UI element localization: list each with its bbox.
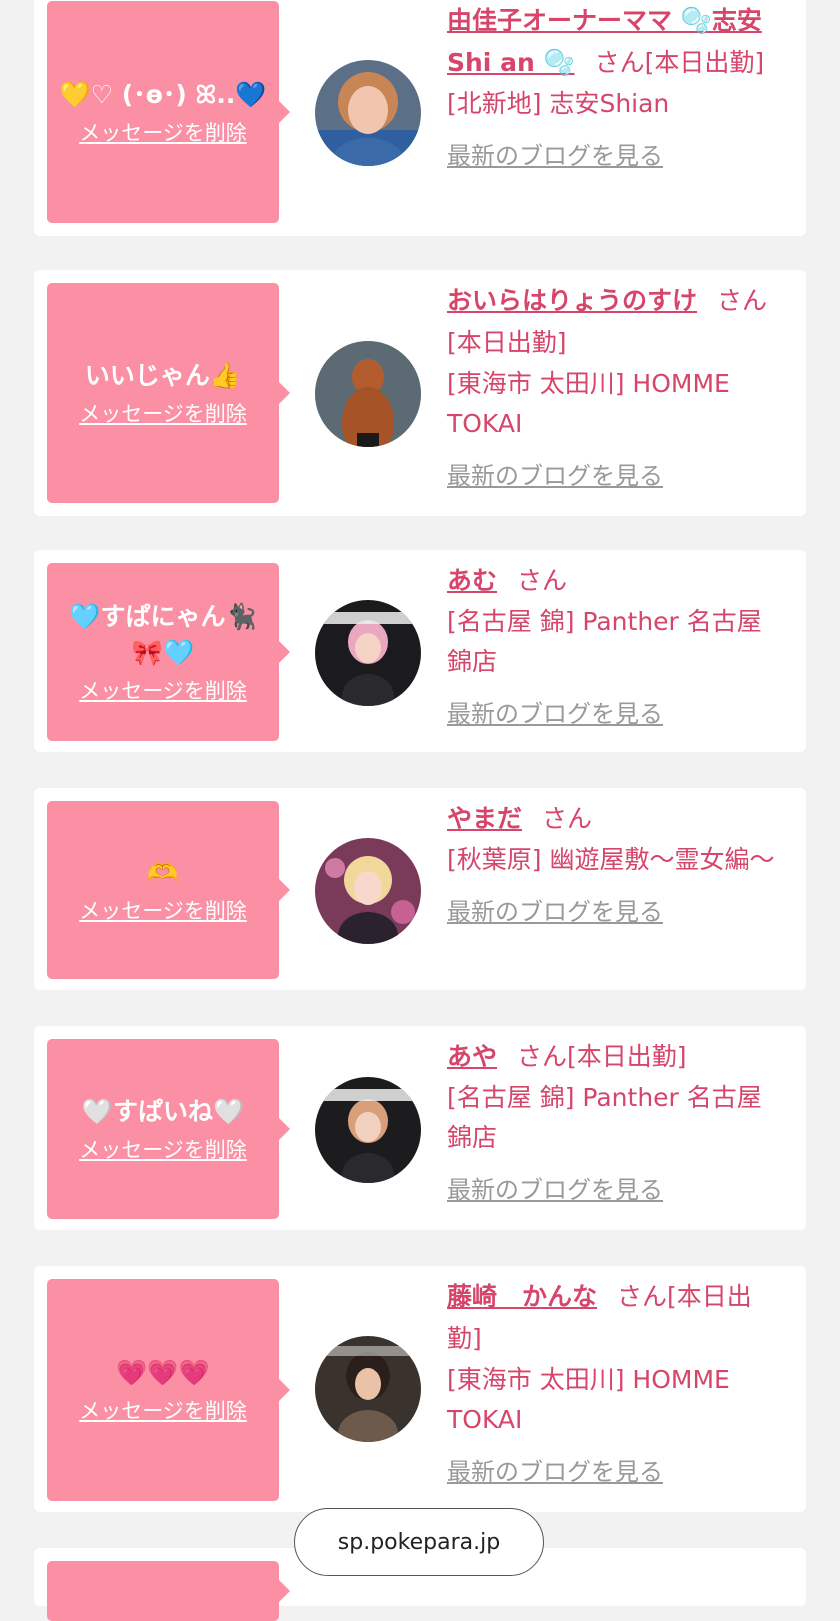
honorific: さん <box>517 566 568 595</box>
avatar[interactable] <box>315 341 421 447</box>
avatar[interactable] <box>315 1077 421 1183</box>
shop-name: [東海市 太田川] HOMME TOKAI <box>447 1365 730 1434</box>
shop-name: [北新地] 志安Shian <box>447 89 670 118</box>
message-bubble: 🩵すぱにゃん🐈‍⬛🎀🩵 メッセージを削除 <box>47 563 290 741</box>
message-text: 💛♡ (･ɵ･) ꕤ..💙 <box>59 80 267 109</box>
message-bubble: 💛♡ (･ɵ･) ꕤ..💙 メッセージを削除 <box>47 1 290 223</box>
delete-message-link[interactable]: メッセージを削除 <box>79 895 247 925</box>
honorific: さん <box>717 286 768 315</box>
cast-name-link[interactable]: おいらはりょうのすけ <box>447 286 697 315</box>
message-card: 🫶 メッセージを削除 やまだ さん [秋葉原] 幽遊屋敷〜霊女編〜 最新のブログを… <box>34 788 806 990</box>
avatar[interactable] <box>315 60 421 166</box>
honorific: さん <box>617 1282 668 1311</box>
message-card: 🩵すぱにゃん🐈‍⬛🎀🩵 メッセージを削除 あむ さん [名古屋 錦] Panthe… <box>34 550 806 752</box>
cast-info: おいらはりょうのすけ さん [本日出勤] [東海市 太田川] HOMME TOKAI… <box>447 280 777 491</box>
browser-url-pill[interactable]: sp.pokepara.jp <box>294 1508 544 1576</box>
shop-name: [東海市 太田川] HOMME TOKAI <box>447 369 730 438</box>
delete-message-link[interactable]: メッセージを削除 <box>79 398 247 428</box>
message-text: 🤍すぱいね🤍 <box>81 1097 245 1126</box>
shop-name: [秋葉原] 幽遊屋敷〜霊女編〜 <box>447 845 775 874</box>
message-card: 🤍すぱいね🤍 メッセージを削除 あや さん[本日出勤] [名古屋 錦] Panth… <box>34 1026 806 1230</box>
latest-blog-link[interactable]: 最新のブログを見る <box>447 694 663 729</box>
message-text: 🩵すぱにゃん🐈‍⬛🎀🩵 <box>69 602 257 667</box>
message-bubble: いいじゃん👍 メッセージを削除 <box>47 283 290 503</box>
attendance-status: [本日出勤] <box>567 1042 687 1071</box>
latest-blog-link[interactable]: 最新のブログを見る <box>447 1170 663 1205</box>
avatar[interactable] <box>315 600 421 706</box>
message-text: 💗💗💗 <box>116 1358 210 1387</box>
shop-name: [名古屋 錦] Panther 名古屋錦店 <box>447 607 762 676</box>
message-bubble: 🤍すぱいね🤍 メッセージを削除 <box>47 1039 290 1219</box>
cast-info: あや さん[本日出勤] [名古屋 錦] Panther 名古屋錦店 最新のブログを… <box>447 1036 777 1205</box>
avatar[interactable] <box>315 1336 421 1442</box>
avatar[interactable] <box>315 838 421 944</box>
shop-name: [名古屋 錦] Panther 名古屋錦店 <box>447 1083 762 1152</box>
cast-info: やまだ さん [秋葉原] 幽遊屋敷〜霊女編〜 最新のブログを見る <box>447 798 777 927</box>
latest-blog-link[interactable]: 最新のブログを見る <box>447 892 663 927</box>
delete-message-link[interactable]: メッセージを削除 <box>79 117 247 147</box>
attendance-status: [本日出勤] <box>447 328 567 357</box>
message-card: いいじゃん👍 メッセージを削除 おいらはりょうのすけ さん [本日出勤] [東海市 … <box>34 270 806 516</box>
delete-message-link[interactable]: メッセージを削除 <box>79 1134 247 1164</box>
attendance-status: [本日出勤] <box>644 48 765 77</box>
cast-name-link[interactable]: あむ <box>447 566 497 595</box>
message-card: 💗💗💗 メッセージを削除 藤崎 かんな さん[本日出勤] [東海市 太田川] HO… <box>34 1266 806 1512</box>
latest-blog-link[interactable]: 最新のブログを見る <box>447 456 663 491</box>
latest-blog-link[interactable]: 最新のブログを見る <box>447 136 663 171</box>
honorific: さん <box>517 1042 568 1071</box>
message-bubble <box>47 1561 290 1621</box>
message-bubble: 🫶 メッセージを削除 <box>47 801 290 979</box>
honorific: さん <box>594 48 645 77</box>
cast-info: 藤崎 かんな さん[本日出勤] [東海市 太田川] HOMME TOKAI 最新の… <box>447 1276 777 1487</box>
delete-message-link[interactable]: メッセージを削除 <box>79 1395 247 1425</box>
latest-blog-link[interactable]: 最新のブログを見る <box>447 1452 663 1487</box>
cast-name-link[interactable]: あや <box>447 1042 497 1071</box>
message-text: 🫶 <box>147 858 179 887</box>
cast-info: 由佳子オーナーママ 🫧志安 Shi an 🫧 さん[本日出勤] [北新地] 志安S… <box>447 0 777 171</box>
cast-info: あむ さん [名古屋 錦] Panther 名古屋錦店 最新のブログを見る <box>447 560 777 729</box>
message-bubble: 💗💗💗 メッセージを削除 <box>47 1279 290 1501</box>
cast-name-link[interactable]: やまだ <box>447 804 522 833</box>
delete-message-link[interactable]: メッセージを削除 <box>79 675 247 705</box>
message-card: 💛♡ (･ɵ･) ꕤ..💙 メッセージを削除 由佳子オーナーママ 🫧志安 Shi… <box>34 0 806 236</box>
honorific: さん <box>542 804 593 833</box>
cast-name-link[interactable]: 藤崎 かんな <box>447 1282 597 1311</box>
message-text: いいじゃん👍 <box>84 361 242 390</box>
